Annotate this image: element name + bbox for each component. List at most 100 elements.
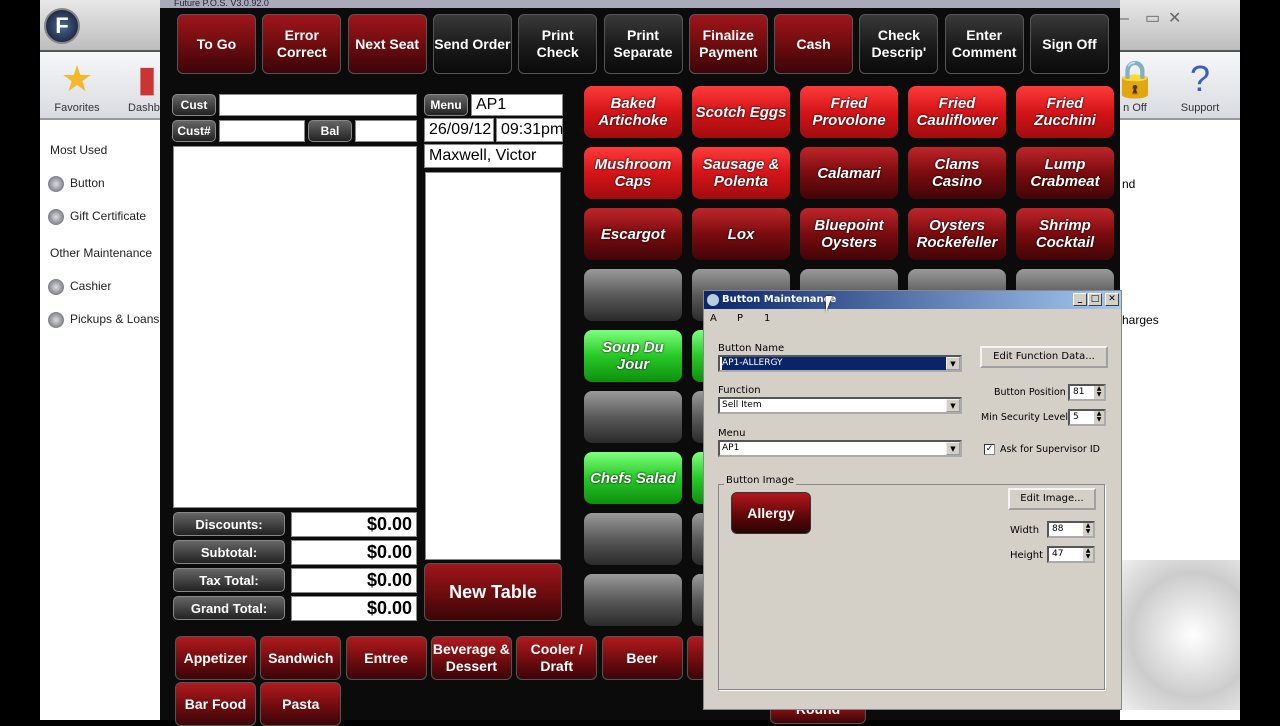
print-check-button[interactable]: Print Check: [518, 14, 598, 74]
function-select[interactable]: Sell Item ▼: [718, 397, 962, 414]
next-seat-button[interactable]: Next Seat: [347, 14, 427, 74]
menu-item-button[interactable]: Mushroom Caps: [584, 147, 682, 199]
button-name-label: Button Name: [718, 343, 785, 354]
category-cooler-draft[interactable]: Cooler / Draft: [516, 636, 598, 680]
chevron-down-icon[interactable]: ▼: [946, 357, 960, 370]
to-go-button[interactable]: To Go: [177, 14, 256, 74]
spinner-arrows-icon[interactable]: ▲ ▼: [1083, 548, 1093, 561]
menu-button[interactable]: Menu: [424, 94, 468, 116]
category-bar-food[interactable]: Bar Food: [175, 682, 256, 726]
gear-watermark: [1122, 560, 1240, 710]
custnum-button[interactable]: Cust#: [172, 120, 216, 142]
new-table-button[interactable]: New Table: [424, 563, 562, 621]
menu-item-button[interactable]: Fried Zucchini: [1016, 86, 1114, 138]
menu-item-button[interactable]: Shrimp Cocktail: [1016, 208, 1114, 260]
category-beverage-dessert[interactable]: Beverage & Dessert: [430, 636, 512, 680]
close-icon[interactable]: ✕: [1168, 8, 1181, 28]
category-pasta[interactable]: Pasta: [260, 682, 342, 726]
enter-comment-button[interactable]: Enter Comment: [944, 14, 1024, 74]
empty-menu-button[interactable]: [584, 574, 682, 626]
minimize-icon[interactable]: –: [1120, 10, 1129, 28]
category-sandwich[interactable]: Sandwich: [260, 636, 342, 680]
menu-item-button[interactable]: Calamari: [800, 147, 898, 199]
empty-menu-button[interactable]: [584, 391, 682, 443]
seat-list[interactable]: [425, 172, 561, 560]
order-list[interactable]: [173, 146, 417, 508]
help-book-icon: ?: [1189, 58, 1211, 99]
dialog-titlebar[interactable]: Button Maintenance _ □ ✕: [704, 291, 1121, 309]
category-appetizer[interactable]: Appetizer: [175, 636, 256, 680]
cust-button[interactable]: Cust: [172, 94, 216, 116]
min-security-label: Min Security Level: [981, 412, 1068, 423]
check-descrip-button[interactable]: Check Descrip': [859, 14, 939, 74]
supervisor-label: Ask for Supervisor ID: [1000, 444, 1100, 455]
menu-item-button[interactable]: Fried Provolone: [800, 86, 898, 138]
button-position-spinner[interactable]: 81 ▲ ▼: [1068, 384, 1106, 401]
total-label: Grand Total:: [173, 596, 285, 620]
total-value: $0.00: [291, 568, 417, 593]
menu-item-button[interactable]: Clams Casino: [908, 147, 1006, 199]
menu-item-button[interactable]: Escargot: [584, 208, 682, 260]
menu-item-button[interactable]: Fried Cauliflower: [908, 86, 1006, 138]
cust-field[interactable]: [219, 94, 417, 116]
menu-item-button[interactable]: Soup Du Jour: [584, 330, 682, 382]
sidebar-item-pickups-loans[interactable]: Pickups & Loans: [48, 312, 159, 328]
chevron-down-icon[interactable]: ▼: [946, 442, 960, 455]
menu-item-button[interactable]: Scotch Eggs: [692, 86, 790, 138]
menu-help[interactable]: 1: [764, 313, 770, 324]
spinner-arrows-icon[interactable]: ▲ ▼: [1094, 386, 1104, 399]
spinner-arrows-icon[interactable]: ▲ ▼: [1094, 411, 1104, 424]
sidebar-item-cashier[interactable]: Cashier: [48, 279, 111, 295]
sign-off-button[interactable]: Sign Off: [1030, 14, 1109, 74]
menu-item-button[interactable]: Sausage & Polenta: [692, 147, 790, 199]
empty-menu-button[interactable]: [584, 269, 682, 321]
time: 09:31pm: [496, 118, 563, 142]
height-spinner[interactable]: 47 ▲ ▼: [1047, 546, 1095, 563]
width-spinner[interactable]: 88 ▲ ▼: [1047, 521, 1095, 538]
empty-menu-button[interactable]: [584, 513, 682, 565]
menu-item-button[interactable]: Baked Artichoke: [584, 86, 682, 138]
maximize-icon[interactable]: ▭: [1145, 8, 1160, 28]
total-value: $0.00: [291, 596, 417, 621]
menu-item-button[interactable]: Lox: [692, 208, 790, 260]
custnum-field[interactable]: [219, 120, 305, 142]
button-maintenance-dialog: Button Maintenance _ □ ✕ A P 1 Button Na…: [703, 290, 1122, 710]
error-correct-button[interactable]: Error Correct: [262, 14, 342, 74]
spinner-arrows-icon[interactable]: ▲ ▼: [1083, 523, 1093, 536]
menu-file[interactable]: A: [710, 313, 717, 324]
menu-edit[interactable]: P: [737, 313, 743, 324]
maximize-button[interactable]: □: [1088, 293, 1102, 306]
category-entree[interactable]: Entree: [345, 636, 427, 680]
menu-item-button[interactable]: Lump Crabmeat: [1016, 147, 1114, 199]
section-most-used: Most Used: [50, 143, 108, 157]
menu-item-button[interactable]: Chefs Salad: [584, 452, 682, 504]
sidebar-item-button[interactable]: Button: [48, 176, 105, 192]
menu-item-button[interactable]: Oysters Rockefeller: [908, 208, 1006, 260]
height-label: Height: [1010, 550, 1044, 561]
button-name-select[interactable]: AP1-ALLERGY ▼: [718, 355, 962, 372]
send-order-button[interactable]: Send Order: [432, 14, 512, 74]
total-label: Subtotal:: [173, 540, 285, 564]
logo-icon: F: [44, 8, 80, 44]
category-beer[interactable]: Beer: [601, 636, 683, 680]
chevron-down-icon[interactable]: ▼: [946, 399, 960, 412]
cash-button[interactable]: Cash: [774, 14, 854, 74]
sidebar-item-gift-certificate[interactable]: Gift Certificate: [48, 209, 146, 225]
gear-icon: [48, 176, 64, 192]
menu-value: AP1: [471, 94, 563, 116]
edit-function-data-button[interactable]: Edit Function Data...: [980, 346, 1108, 368]
close-button[interactable]: ✕: [1105, 293, 1119, 306]
finalize-payment-button[interactable]: Finalize Payment: [688, 14, 768, 74]
toolbar-support[interactable]: ? Support: [1165, 56, 1235, 114]
toolbar-favorites[interactable]: ★ Favorites: [42, 56, 112, 114]
min-security-spinner[interactable]: 5 ▲ ▼: [1068, 409, 1106, 426]
supervisor-checkbox[interactable]: ✓: [984, 444, 995, 455]
menu-label: Menu: [718, 428, 746, 439]
minimize-button[interactable]: _: [1073, 293, 1087, 306]
edit-image-button[interactable]: Edit Image...: [1008, 488, 1096, 510]
menu-item-button[interactable]: Bluepoint Oysters: [800, 208, 898, 260]
menu-select[interactable]: AP1 ▼: [718, 440, 962, 457]
button-preview[interactable]: Allergy: [731, 492, 811, 534]
bal-button[interactable]: Bal: [308, 120, 352, 142]
print-separate-button[interactable]: Print Separate: [603, 14, 683, 74]
